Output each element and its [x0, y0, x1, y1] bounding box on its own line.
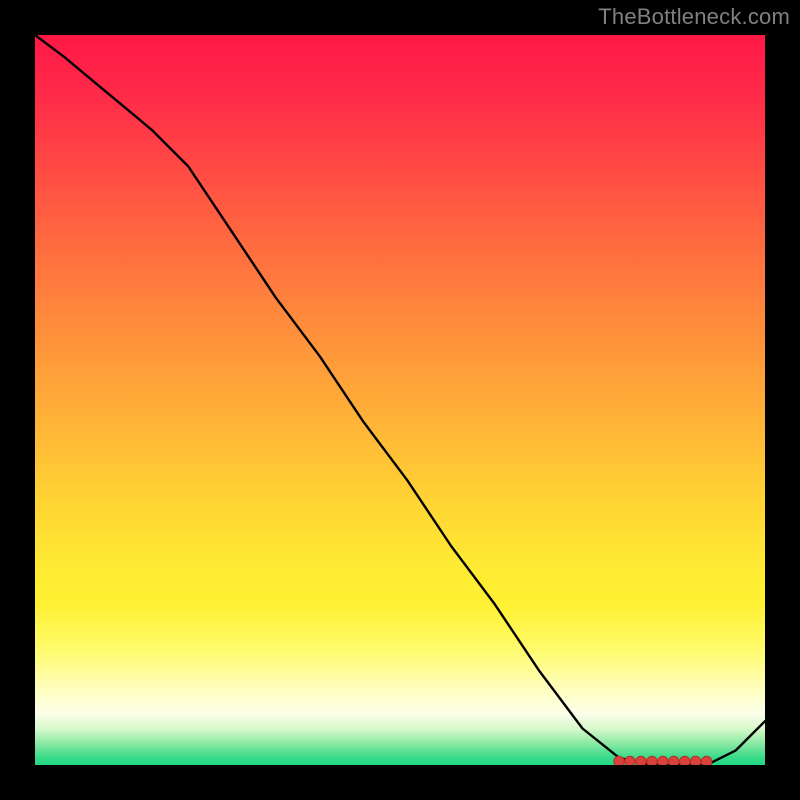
valley-marker: [647, 756, 657, 765]
plot-area: [35, 35, 765, 765]
attribution-label: TheBottleneck.com: [598, 4, 790, 30]
chart-frame: TheBottleneck.com: [0, 0, 800, 800]
bottleneck-curve: [35, 35, 765, 765]
chart-svg: [35, 35, 765, 765]
valley-marker: [658, 756, 668, 765]
valley-marker: [680, 756, 690, 765]
valley-marker: [690, 756, 700, 765]
valley-marker: [669, 756, 679, 765]
valley-marker: [701, 756, 711, 765]
valley-marker: [614, 756, 624, 765]
valley-marker: [625, 756, 635, 765]
valley-marker: [636, 756, 646, 765]
valley-markers: [614, 756, 712, 765]
